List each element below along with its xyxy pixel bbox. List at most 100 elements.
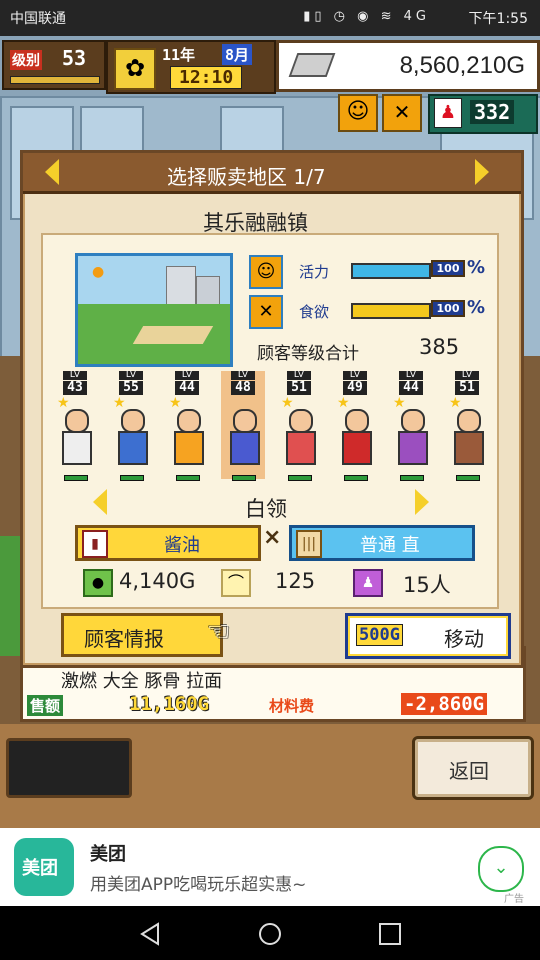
customer-char[interactable]: LV 43 ★ xyxy=(53,371,97,481)
back-button-label: 返回 xyxy=(449,759,489,783)
char-head xyxy=(457,409,481,433)
ad-title: 美团 xyxy=(90,844,126,865)
ad-description: 用美团APP吃喝玩乐超实惠~ xyxy=(90,875,307,895)
star-icon: ★ xyxy=(169,395,182,411)
next-category-arrow[interactable] xyxy=(415,489,429,515)
char-hp xyxy=(120,475,144,481)
char-head xyxy=(177,409,201,433)
char-head xyxy=(401,409,425,433)
ad-banner[interactable]: 美团 美团 用美团APP吃喝玩乐超实惠~ ⌄ 广告 xyxy=(0,828,540,906)
dialog-header: 选择贩卖地区 1/7 xyxy=(23,153,521,194)
people-panel[interactable]: ♟ 332 xyxy=(428,94,538,134)
status-bar: 中国联通 ▮▯ ◷ ◉ ≋ 4G 下午1:55 xyxy=(0,0,540,36)
lv-tag: LV xyxy=(119,371,143,380)
customer-char[interactable]: LV 44 ★ xyxy=(389,371,433,481)
back-button[interactable]: 返回 xyxy=(412,736,534,800)
char-hp xyxy=(232,475,256,481)
lv-tag: LV xyxy=(63,371,87,380)
carrier-label: 中国联通 xyxy=(10,11,66,27)
back-nav-icon[interactable] xyxy=(138,922,162,946)
customer-icon: ♟ xyxy=(353,569,383,597)
money-panel[interactable]: 8,560,210G xyxy=(276,40,540,92)
next-region-arrow[interactable] xyxy=(475,159,489,185)
ingredient-select[interactable]: ▮ 酱油 xyxy=(75,525,261,561)
lv-tag: LV xyxy=(455,371,479,380)
star-icon: ★ xyxy=(57,395,70,411)
customer-char[interactable]: LV 51 ★ xyxy=(445,371,489,481)
customer-char-selected[interactable]: LV 48 xyxy=(221,371,265,481)
char-hp xyxy=(456,475,480,481)
prev-region-arrow[interactable] xyxy=(45,159,59,185)
prev-category-arrow[interactable] xyxy=(93,489,107,515)
customer-level: 49 xyxy=(343,381,367,395)
system-nav-bar xyxy=(0,906,540,960)
rank-progress xyxy=(10,76,100,84)
empty-slot xyxy=(6,738,132,798)
lv-tag: LV xyxy=(175,371,199,380)
customer-level: 48 xyxy=(231,381,255,395)
stat-value: 100 xyxy=(431,300,465,317)
people-count: 332 xyxy=(470,100,515,124)
signal-label: 4G xyxy=(403,9,430,24)
money-value: 8,560,210G xyxy=(399,52,525,79)
lv-tag: LV xyxy=(399,371,423,380)
smiley-icon[interactable]: ☺ xyxy=(338,94,378,132)
noodle-cut-select[interactable]: ||| 普通 直 xyxy=(289,525,475,561)
rank-label: 级别 xyxy=(10,50,42,70)
customer-char[interactable]: LV 49 ★ xyxy=(333,371,377,481)
path xyxy=(132,326,214,344)
ingredient-label: 酱油 xyxy=(164,535,200,556)
lv-tag: LV xyxy=(343,371,367,380)
cost-value: -2,860G xyxy=(401,693,488,715)
noodle-icon: ||| xyxy=(296,530,322,558)
soy-sauce-icon: ▮ xyxy=(82,530,108,558)
char-body xyxy=(118,431,148,465)
char-body xyxy=(230,431,260,465)
cost-label: 材料费 xyxy=(269,697,315,715)
download-icon[interactable]: ⌄ xyxy=(478,846,524,892)
customer-info-label: 顾客情报 xyxy=(84,627,164,651)
money-icon xyxy=(288,53,336,77)
char-body xyxy=(454,431,484,465)
times-symbol: × xyxy=(263,525,282,550)
date-panel: ✿ 11年 8月 12:10 xyxy=(106,40,276,94)
meituan-app-icon: 美团 xyxy=(14,838,74,896)
recents-nav-icon[interactable] xyxy=(378,922,402,946)
customer-info-button[interactable]: 顾客情报 xyxy=(61,613,223,657)
dialog-title: 选择贩卖地区 1/7 xyxy=(167,165,326,189)
move-label: 移动 xyxy=(444,627,484,651)
appetite-icon: ✕ xyxy=(249,295,283,329)
money-bag-icon: ● xyxy=(83,569,113,597)
price-value: 4,140G xyxy=(119,569,196,593)
sales-label: 售额 xyxy=(27,695,64,716)
region-panel: ● ☺ 活力 100 % ✕ 食欲 100 % 顾客等级合计 385 LV 43… xyxy=(41,233,499,609)
stat-label: 活力 xyxy=(299,263,330,281)
customer-rank-label: 顾客等级合计 xyxy=(257,344,359,364)
move-cost: 500G xyxy=(356,624,403,646)
person-icon: ♟ xyxy=(434,98,462,128)
char-hp xyxy=(64,475,88,481)
rank-value: 53 xyxy=(62,46,87,70)
customer-level: 51 xyxy=(287,381,311,395)
status-icons: ▮▯ ◷ ◉ ≋ 4G xyxy=(303,9,430,24)
clock-label: 下午1:55 xyxy=(468,11,528,27)
star-icon: ★ xyxy=(113,395,126,411)
move-button[interactable]: 500G 移动 xyxy=(345,613,511,659)
category-label: 白领 xyxy=(245,497,287,521)
char-head xyxy=(345,409,369,433)
sales-value: 11,160G xyxy=(129,693,210,715)
customer-char[interactable]: LV 51 ★ xyxy=(277,371,321,481)
char-body xyxy=(398,431,428,465)
stat-label: 食欲 xyxy=(299,303,330,321)
customer-char[interactable]: LV 55 ★ xyxy=(109,371,153,481)
quantity-value: 125 xyxy=(275,569,316,593)
appetite-bar xyxy=(351,303,431,319)
char-hp xyxy=(400,475,424,481)
utensils-icon[interactable]: ✕ xyxy=(382,94,422,132)
customer-char[interactable]: LV 44 ★ xyxy=(165,371,209,481)
customer-level: 51 xyxy=(455,381,479,395)
region-select-dialog: 选择贩卖地区 1/7 其乐融融镇 ● ☺ 活力 100 % ✕ 食欲 100 %… xyxy=(20,150,524,668)
home-nav-icon[interactable] xyxy=(258,922,282,946)
star-icon: ★ xyxy=(337,395,350,411)
char-body xyxy=(62,431,92,465)
